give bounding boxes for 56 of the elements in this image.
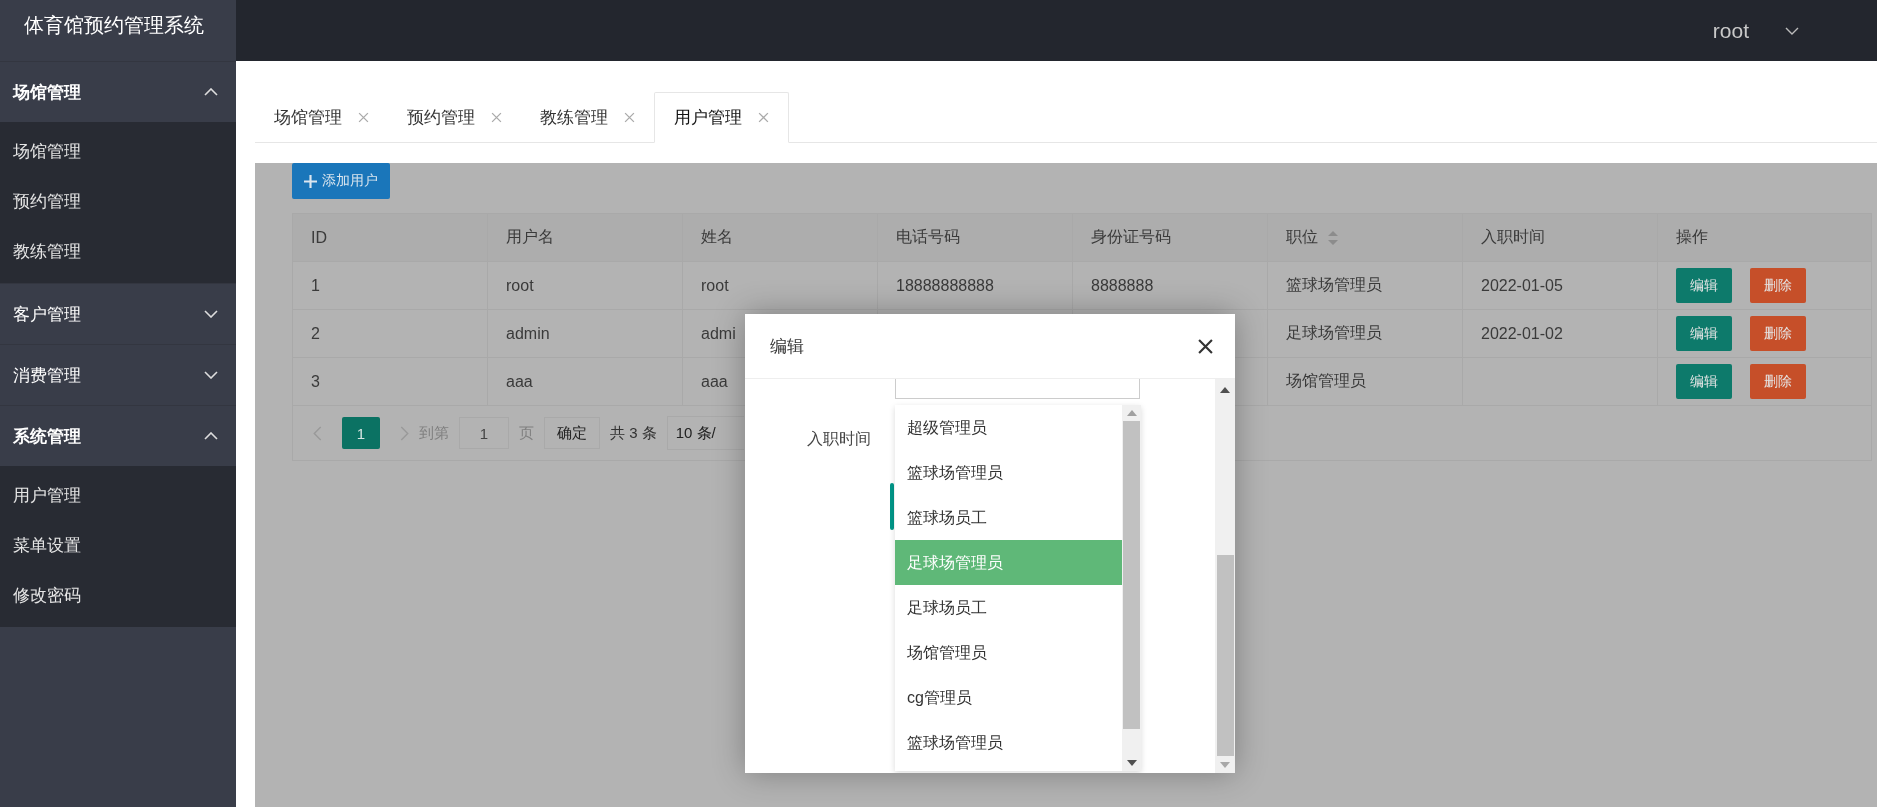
tab[interactable]: 用户管理 (654, 92, 789, 143)
dropdown-option[interactable]: 足球场员工 (895, 585, 1122, 630)
table-cell: 2 (311, 324, 320, 343)
tab[interactable]: 教练管理 (521, 92, 654, 142)
page-input[interactable]: 1 (459, 417, 509, 449)
dialog-title: 编辑 (770, 335, 804, 358)
edit-button[interactable]: 编辑 (1676, 364, 1732, 399)
page-size-select[interactable]: 10 条/ (666, 416, 744, 450)
table-cell: 1 (311, 276, 320, 295)
user-menu[interactable]: root (1712, 18, 1749, 43)
table-cell: admin (506, 324, 550, 343)
sidebar-item[interactable]: 菜单设置 (0, 521, 236, 571)
table-cell: aaa (701, 372, 728, 391)
page-button[interactable]: 1 (342, 417, 380, 449)
table-cell-text: 篮球场管理员 (1286, 275, 1382, 295)
sidebar-item[interactable]: 教练管理 (0, 227, 236, 277)
table-cell: aaa (506, 372, 533, 391)
sidebar-item[interactable]: 场馆管理 (0, 127, 236, 177)
add-user-button[interactable]: 添加用户 (292, 163, 390, 199)
table-cell: root (506, 276, 534, 295)
column-header: 姓名 (683, 214, 878, 261)
dropdown-option[interactable]: cg管理员 (895, 675, 1122, 720)
dropdown-option[interactable]: 超级管理员 (895, 405, 1122, 450)
column-header: 身份证号码 (1073, 214, 1268, 261)
sidebar-item[interactable]: 预约管理 (0, 177, 236, 227)
table-cell: 8888888 (1091, 276, 1154, 295)
sidebar-item[interactable]: 用户管理 (0, 471, 236, 521)
edit-button[interactable]: 编辑 (1676, 268, 1732, 303)
table-cell-text: 场馆管理员 (1286, 371, 1366, 391)
edit-button[interactable]: 编辑 (1676, 316, 1732, 351)
dropdown-option[interactable]: 篮球场员工 (895, 495, 1122, 540)
column-header: 入职时间 (1463, 214, 1658, 261)
delete-button[interactable]: 删除 (1750, 316, 1806, 351)
tab[interactable]: 场馆管理 (255, 92, 388, 142)
dropdown-option[interactable]: 篮球场管理员 (895, 450, 1122, 495)
column-header: 职位 (1268, 214, 1463, 261)
total-count: 共 3 条 (610, 423, 657, 443)
field-label: 入职时间 (807, 429, 871, 449)
table-cell: root (701, 276, 729, 295)
table-cell: 18888888888 (896, 276, 994, 295)
dropdown-option[interactable]: 场馆管理员 (895, 630, 1122, 675)
table-cell: 2022-01-05 (1481, 276, 1563, 295)
delete-button[interactable]: 删除 (1750, 268, 1806, 303)
tab[interactable]: 预约管理 (388, 92, 521, 142)
table-cell: admi (701, 324, 736, 343)
delete-button[interactable]: 删除 (1750, 364, 1806, 399)
table-cell: 2022-01-02 (1481, 324, 1563, 343)
table-cell: 3 (311, 372, 320, 391)
sidebar-item[interactable]: 修改密码 (0, 571, 236, 621)
column-header: ID (293, 214, 488, 261)
column-header: 用户名 (488, 214, 683, 261)
column-header: 操作 (1675, 227, 1709, 247)
column-header: 电话号码 (878, 214, 1073, 261)
dropdown-option[interactable]: 篮球场管理员 (895, 720, 1122, 765)
table-cell-text: 足球场管理员 (1286, 323, 1382, 343)
confirm-button[interactable]: 确定 (544, 417, 600, 449)
